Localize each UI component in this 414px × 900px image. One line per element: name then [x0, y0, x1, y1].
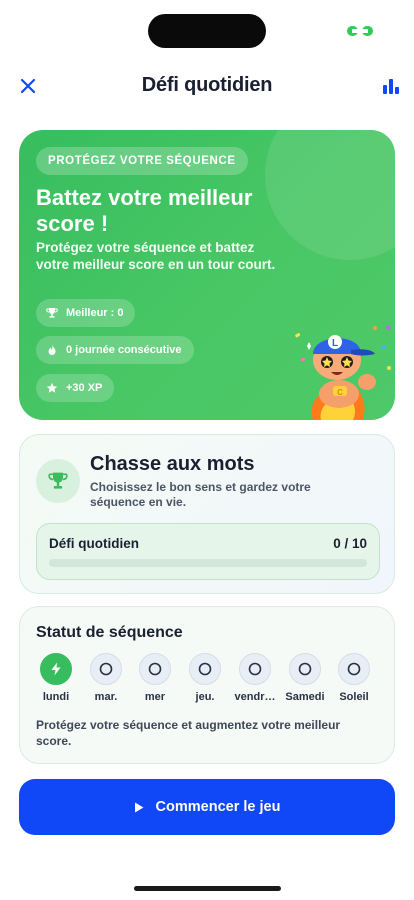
streak-days: lundi mar. mer jeu. vendr… Samedi Soleil — [31, 653, 385, 709]
play-icon — [134, 802, 144, 812]
streak-days-pill: 0 journée consécutive — [36, 336, 194, 364]
progress-count: 0 / 10 — [333, 536, 367, 551]
trophy-icon — [46, 308, 58, 318]
game-icon-badge — [36, 459, 80, 503]
start-game-label: Commencer le jeu — [155, 799, 281, 815]
home-indicator — [134, 886, 281, 891]
streak-day: jeu. — [180, 653, 230, 709]
stats-button[interactable] — [377, 72, 405, 100]
day-label: Soleil — [339, 691, 369, 703]
mascot-character-icon: C L — [295, 325, 391, 420]
day-pending-indicator — [338, 653, 370, 685]
empty-circle-icon — [298, 662, 312, 676]
streak-title: Statut de séquence — [36, 624, 183, 641]
day-pending-indicator — [289, 653, 321, 685]
best-score-pill: Meilleur : 0 — [36, 299, 136, 327]
streak-day: vendr… — [230, 653, 280, 709]
streak-day: Soleil — [329, 653, 379, 709]
svg-text:L: L — [332, 338, 338, 349]
start-game-button[interactable]: Commencer le jeu — [19, 779, 395, 835]
xp-label: +30 XP — [66, 382, 103, 394]
star-icon — [46, 382, 58, 393]
game-description: Choisissez le bon sens et gardez votre s… — [90, 480, 311, 509]
flame-icon — [48, 345, 56, 355]
empty-circle-icon — [148, 662, 162, 676]
empty-circle-icon — [99, 662, 113, 676]
streak-day: lundi — [31, 653, 81, 709]
progress-track — [49, 559, 367, 567]
header: Défi quotidien — [0, 66, 414, 106]
best-score-label: Meilleur : 0 — [66, 307, 124, 319]
dynamic-island — [148, 14, 266, 48]
daily-challenge-progress: Défi quotidien 0 / 10 — [36, 523, 380, 580]
svg-text:C: C — [337, 388, 343, 397]
lightning-icon — [51, 662, 61, 676]
streak-status-card: Statut de séquence lundi mar. mer jeu. vendr… — [19, 606, 395, 764]
streak-description: Protégez votre séquence et augmentez vot… — [36, 718, 341, 748]
day-pending-indicator — [239, 653, 271, 685]
hero-card: PROTÉGEZ VOTRE SÉQUENCE Battez votre mei… — [19, 130, 395, 420]
status-indicator-icon — [347, 26, 373, 36]
day-pending-indicator — [90, 653, 122, 685]
game-card[interactable]: Chasse aux mots Choisissez le bon sens e… — [19, 434, 395, 594]
empty-circle-icon — [248, 662, 262, 676]
day-pending-indicator — [189, 653, 221, 685]
hero-title: Battez votre meilleur score ! — [36, 185, 253, 236]
page-title: Défi quotidien — [141, 74, 273, 96]
progress-label: Défi quotidien — [49, 536, 139, 551]
streak-days-label: 0 journée consécutive — [66, 344, 182, 356]
hero-badge: PROTÉGEZ VOTRE SÉQUENCE — [36, 147, 248, 175]
xp-pill: +30 XP — [36, 374, 115, 402]
empty-circle-icon — [347, 662, 361, 676]
hero-description: Protégez votre séquence et battez votre … — [36, 240, 276, 272]
game-title: Chasse aux mots — [90, 453, 255, 475]
streak-day: mer — [130, 653, 180, 709]
trophy-icon — [48, 472, 68, 489]
day-pending-indicator — [139, 653, 171, 685]
empty-circle-icon — [198, 662, 212, 676]
day-completed-indicator — [40, 653, 72, 685]
bar-chart-icon — [383, 79, 399, 94]
